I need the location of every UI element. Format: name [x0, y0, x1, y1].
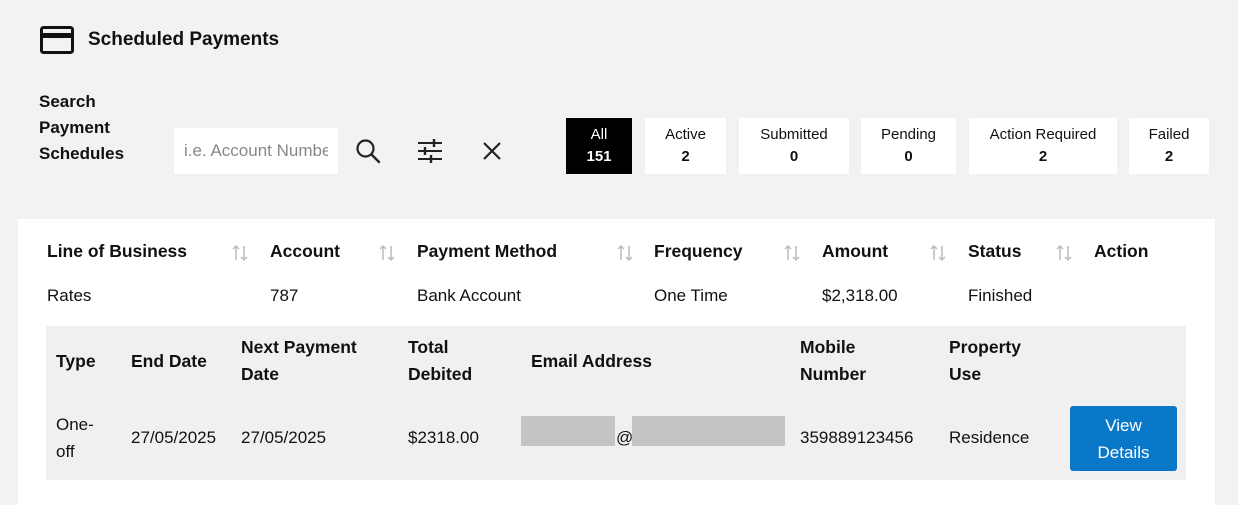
filter-submitted[interactable]: Submitted 0	[739, 118, 849, 174]
search-button[interactable]	[348, 131, 388, 171]
detail-header-total-debited: Total Debited	[408, 337, 473, 384]
filter-label: Action Required	[989, 126, 1097, 143]
payments-table: Line of Business Account Payment Method …	[18, 219, 1215, 505]
detail-header-next-payment-date: Next Payment Date	[241, 337, 357, 384]
sort-icon[interactable]	[615, 243, 635, 263]
filter-all[interactable]: All 151	[566, 118, 632, 174]
detail-header-end-date: End Date	[131, 351, 207, 371]
close-icon	[483, 142, 501, 160]
column-header-account[interactable]: Account	[270, 241, 340, 262]
cell-frequency: One Time	[654, 286, 728, 305]
detail-header-mobile: Mobile Number	[800, 337, 867, 384]
column-header-payment-method[interactable]: Payment Method	[417, 241, 557, 262]
detail-header-email: Email Address	[531, 351, 652, 371]
redacted-email-domain	[632, 416, 785, 446]
detail-header-type: Type	[56, 351, 96, 371]
filter-settings-button[interactable]	[410, 131, 450, 171]
detail-header-property-use: Property Use	[949, 337, 1021, 384]
detail-type: One-off	[56, 415, 94, 461]
filter-failed[interactable]: Failed 2	[1129, 118, 1209, 174]
detail-next-payment-date: 27/05/2025	[241, 428, 327, 447]
filter-count: 151	[586, 148, 612, 165]
email-at-sign: @	[616, 428, 634, 447]
filter-active[interactable]: Active 2	[645, 118, 726, 174]
filter-count: 0	[789, 148, 799, 165]
filter-label: Submitted	[760, 126, 828, 143]
sort-icon[interactable]	[1054, 243, 1074, 263]
filter-label: Pending	[880, 126, 937, 143]
column-header-action: Action	[1094, 241, 1149, 261]
cell-account: 787	[270, 286, 299, 305]
row-detail-panel: Type End Date Next Payment Date Total De…	[46, 326, 1186, 480]
cell-status: Finished	[968, 286, 1033, 305]
filter-pending[interactable]: Pending 0	[861, 118, 956, 174]
view-details-button[interactable]: View Details	[1070, 406, 1177, 471]
filter-action-required[interactable]: Action Required 2	[969, 118, 1117, 174]
detail-property-use: Residence	[949, 428, 1030, 447]
column-header-status[interactable]: Status	[968, 241, 1021, 262]
search-icon	[356, 139, 381, 164]
cell-payment-method: Bank Account	[417, 286, 521, 305]
detail-end-date: 27/05/2025	[131, 428, 217, 447]
column-header-amount[interactable]: Amount	[822, 241, 888, 262]
detail-mobile: 359889123456	[800, 428, 914, 447]
redacted-email-user	[521, 416, 615, 446]
filter-label: Active	[665, 126, 706, 143]
search-label: Search Payment Schedules	[39, 92, 125, 163]
filter-count: 2	[1038, 148, 1048, 165]
sort-icon[interactable]	[230, 243, 250, 263]
cell-amount: $2,318.00	[822, 286, 898, 305]
filter-label: Failed	[1148, 126, 1190, 143]
page-header: Scheduled Payments	[40, 26, 279, 54]
clear-search-button[interactable]	[472, 131, 512, 171]
credit-card-icon	[40, 26, 74, 54]
sort-icon[interactable]	[928, 243, 948, 263]
page-title: Scheduled Payments	[88, 29, 280, 50]
sort-icon[interactable]	[377, 243, 397, 263]
cell-line-of-business: Rates	[47, 286, 92, 305]
column-header-frequency[interactable]: Frequency	[654, 241, 743, 262]
column-header-line-of-business[interactable]: Line of Business	[47, 241, 187, 262]
search-input[interactable]	[174, 128, 338, 174]
filter-label: All	[590, 126, 608, 143]
sort-icon[interactable]	[782, 243, 802, 263]
filter-count: 0	[904, 148, 913, 165]
sliders-icon	[418, 139, 442, 163]
filter-count: 2	[681, 148, 690, 165]
filter-count: 2	[1164, 148, 1174, 165]
detail-total-debited: $2318.00	[408, 428, 479, 447]
